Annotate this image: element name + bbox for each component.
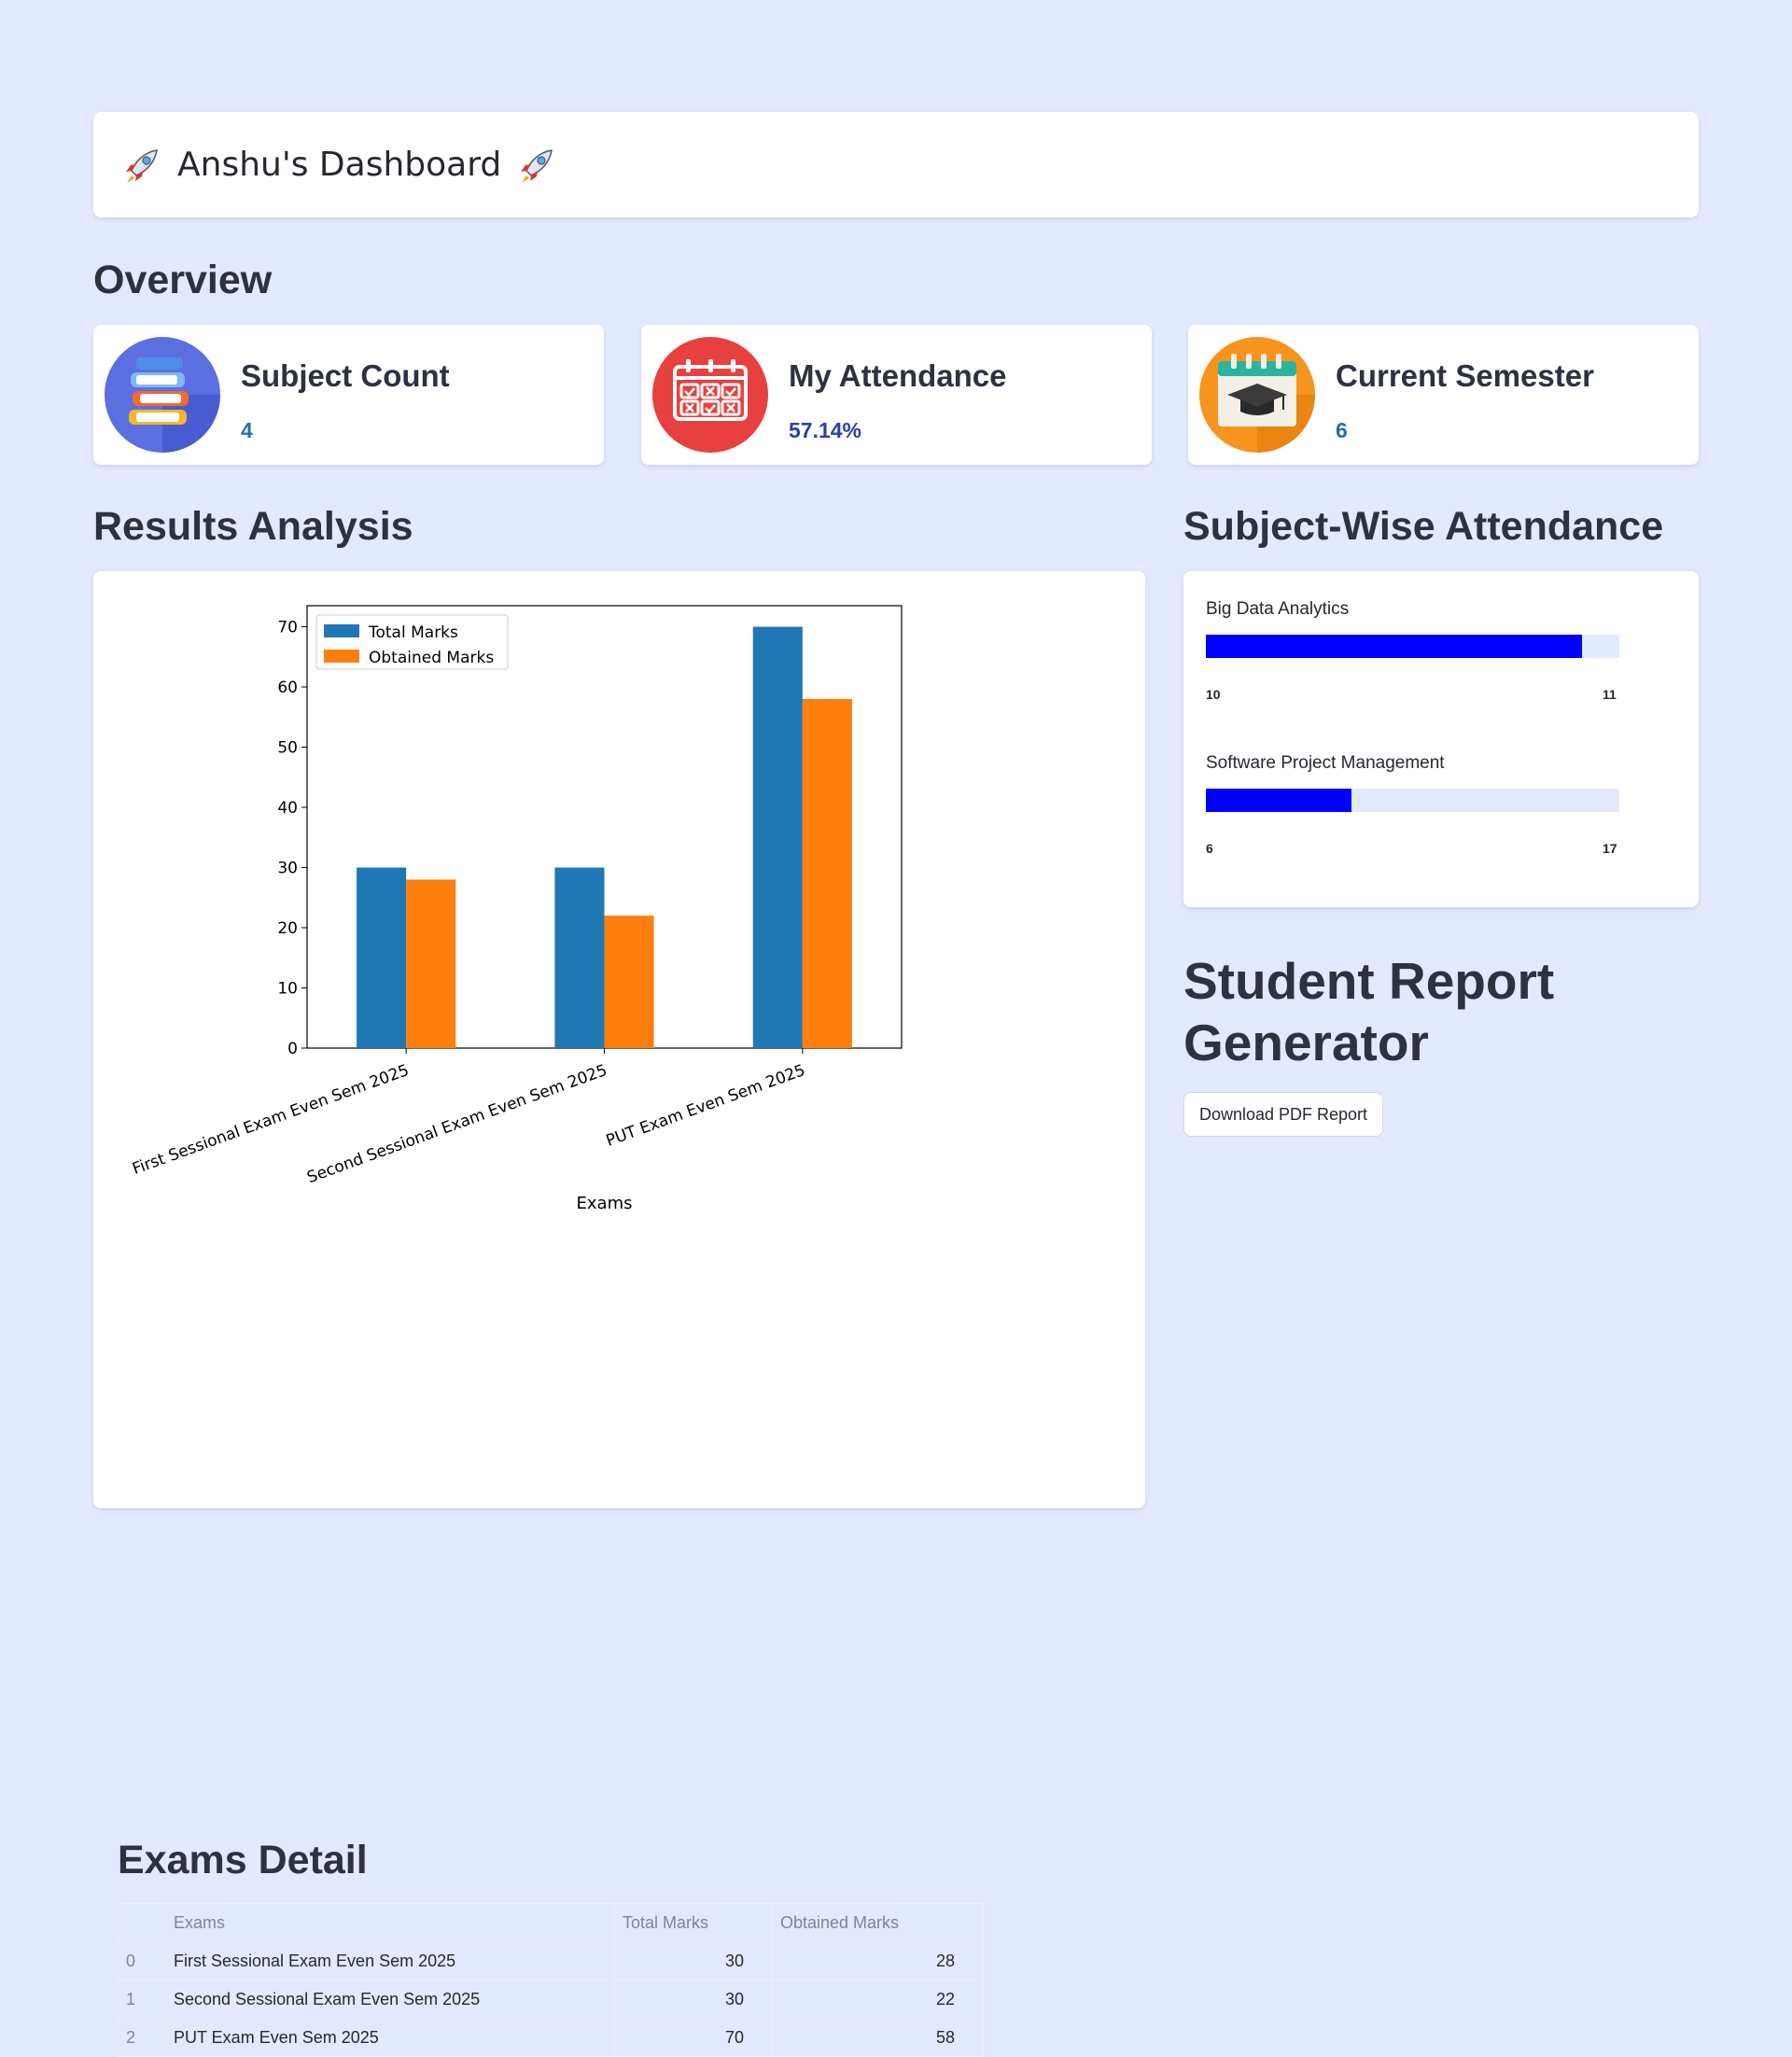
total-marks-cell: 30 [614,1980,773,2019]
bar-total-marks [554,867,605,1048]
bar-obtained-marks [604,916,654,1048]
attendance-card: Big Data Analytics 10 11 Software Projec… [1183,571,1699,907]
y-tick-label: 10 [277,980,298,999]
subject-name: Big Data Analytics [1206,599,1350,619]
metric-card-semester: Current Semester 6 [1188,325,1699,465]
obtained-marks-cell: 22 [772,1980,984,2019]
y-tick-label: 0 [287,1040,298,1058]
dashboard-title: Anshu's Dashboard [119,143,559,188]
legend-swatch [324,624,359,637]
attendance-progress-bar [1206,789,1619,812]
rocket-icon [126,148,158,183]
total-count: 11 [1603,687,1617,702]
dashboard-title-text: Anshu's Dashboard [177,146,502,184]
obtained-marks-cell: 28 [772,1941,984,1980]
results-card: 0 10 20 30 40 50 60 70 First Sessional Exam Even… [93,571,1145,2057]
attended-count: 6 [1206,841,1213,856]
metric-card-subject-count: Subject Count 4 [93,325,604,465]
y-tick-label: 30 [277,860,298,878]
exam-name-cell: PUT Exam Even Sem 2025 [165,2018,615,2057]
books-icon [105,337,220,453]
x-axis-label: Exams [577,1194,633,1213]
attendance-progress-bar [1206,635,1619,658]
table-header-row: Exams Total Marks Obtained Marks [118,1903,984,1942]
total-marks-cell: 70 [614,2018,773,2057]
y-tick-label: 70 [277,619,298,637]
y-tick-label: 50 [277,739,298,758]
metric-card-attendance: My Attendance 57.14% [641,325,1152,465]
table-row[interactable]: 2 PUT Exam Even Sem 2025 70 58 [118,2018,984,2057]
table-row[interactable]: 0 First Sessional Exam Even Sem 2025 30 … [118,1941,984,1980]
column-header-total-marks[interactable]: Total Marks [614,1903,773,1942]
attendance-progress-fill [1206,789,1352,812]
attended-count: 10 [1206,687,1221,702]
attendance-heading: Subject-Wise Attendance [1183,504,1664,549]
results-heading: Results Analysis [93,504,413,549]
bar-obtained-marks [802,698,852,1048]
dashboard-header: Anshu's Dashboard [93,112,1699,217]
metric-label: My Attendance [789,358,1007,393]
metric-value: 57.14% [789,418,862,442]
y-tick-label: 60 [277,679,298,697]
metric-value: 4 [241,418,253,442]
exams-table: Exams Total Marks Obtained Marks 0 First… [118,1903,984,2057]
total-marks-cell: 30 [614,1941,773,1980]
column-header-index[interactable] [118,1903,166,1942]
calendar-icon [652,337,768,453]
column-header-exams[interactable]: Exams [165,1903,615,1942]
legend-swatch [324,650,359,663]
row-index: 2 [118,2018,166,2057]
legend-label: Obtained Marks [369,649,494,667]
bar-total-marks [357,867,407,1048]
metric-label: Subject Count [241,358,450,393]
metric-value: 6 [1336,418,1348,442]
obtained-marks-cell: 58 [772,2018,984,2057]
download-pdf-button[interactable]: Download PDF Report [1183,1092,1383,1137]
legend-label: Total Marks [368,623,458,642]
table-row[interactable]: 1 Second Sessional Exam Even Sem 2025 30… [118,1980,984,2019]
bar-total-marks [752,626,803,1048]
rocket-icon [521,148,553,183]
report-heading: Student Report Generator [1183,952,1555,1071]
row-index: 0 [118,1941,166,1980]
column-header-obtained-marks[interactable]: Obtained Marks [772,1903,984,1942]
row-index: 1 [118,1980,166,2019]
attendance-progress-fill [1206,635,1582,658]
overview-heading: Overview [93,258,273,302]
exam-name-cell: Second Sessional Exam Even Sem 2025 [165,1980,615,2019]
metric-label: Current Semester [1336,358,1594,393]
bar-obtained-marks [406,879,456,1048]
exam-name-cell: First Sessional Exam Even Sem 2025 [165,1941,615,1980]
total-count: 17 [1603,841,1617,856]
results-bar-chart: 010203040506070First Sessional Exam Even… [130,605,903,1213]
graduation-cap-icon [1199,337,1315,453]
y-tick-label: 20 [277,919,298,938]
exams-detail-heading: Exams Detail [118,1838,368,1882]
x-tick-label: PUT Exam Even Sem 2025 [604,1061,808,1151]
subject-name: Software Project Management [1206,753,1445,773]
y-tick-label: 40 [277,799,298,818]
